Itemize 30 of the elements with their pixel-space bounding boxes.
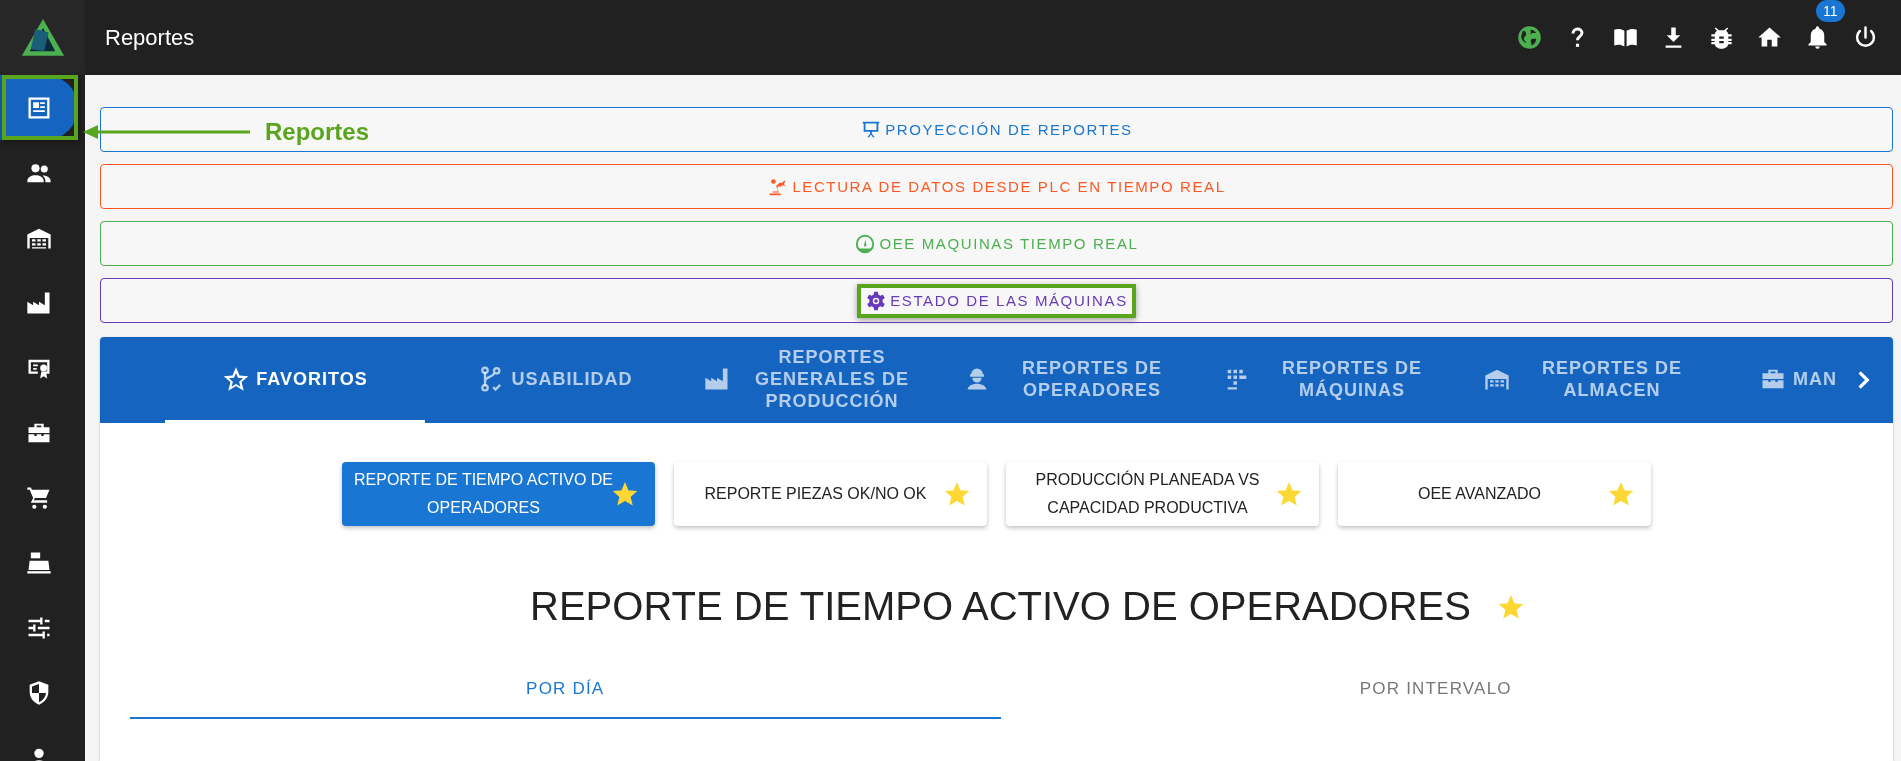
logo-icon bbox=[19, 17, 66, 58]
report-card[interactable]: PRODUCCIÓN PLANEADA VS CAPACIDAD PRODUCTIVA bbox=[1006, 462, 1319, 526]
star-icon[interactable] bbox=[613, 482, 637, 506]
report-card[interactable]: REPORTE DE TIEMPO ACTIVO DE OPERADORES bbox=[342, 462, 655, 526]
report-card[interactable]: REPORTE PIEZAS OK/NO OK bbox=[674, 462, 987, 526]
tab[interactable]: REPORTES GENERALES DE PRODUCCIÓN bbox=[685, 337, 945, 423]
selected-nav-item[interactable] bbox=[0, 75, 78, 140]
outlined-button[interactable]: OEE MAQUINAS TIEMPO REAL bbox=[100, 221, 1893, 266]
notification-badge: 11 bbox=[1816, 0, 1845, 22]
tab[interactable]: USABILIDAD bbox=[425, 337, 685, 423]
star-icon[interactable] bbox=[1609, 482, 1633, 506]
tab[interactable]: POR DÍA bbox=[130, 667, 1001, 719]
report-title: REPORTE DE TIEMPO ACTIVO DE OPERADORES bbox=[530, 584, 1471, 629]
report-card[interactable]: OEE AVANZADO bbox=[1338, 462, 1651, 526]
page-title: Reportes bbox=[105, 24, 195, 51]
annotation-label: Reportes bbox=[265, 118, 370, 146]
tab[interactable]: REPORTES DE MÁQUINAS bbox=[1205, 337, 1465, 423]
gear-icon bbox=[865, 289, 888, 312]
star-icon[interactable] bbox=[1277, 482, 1301, 506]
tab[interactable]: MAN bbox=[1725, 337, 1837, 423]
outlined-button[interactable]: ESTADO DE LAS MÁQUINAS bbox=[100, 278, 1893, 323]
tab[interactable]: REPORTES DE ALMACEN bbox=[1465, 337, 1725, 423]
tab[interactable]: FAVORITOS bbox=[165, 337, 425, 423]
tab[interactable]: REPORTES DE OPERADORES bbox=[945, 337, 1205, 423]
gauge-icon bbox=[854, 232, 877, 255]
outlined-button[interactable]: LECTURA DE DATOS DESDE PLC EN TIEMPO REAL bbox=[100, 164, 1893, 209]
star-icon[interactable] bbox=[945, 482, 969, 506]
star-icon[interactable] bbox=[1498, 594, 1523, 619]
tab[interactable]: POR INTERVALO bbox=[1000, 667, 1871, 719]
globe-icon[interactable] bbox=[1516, 24, 1543, 51]
